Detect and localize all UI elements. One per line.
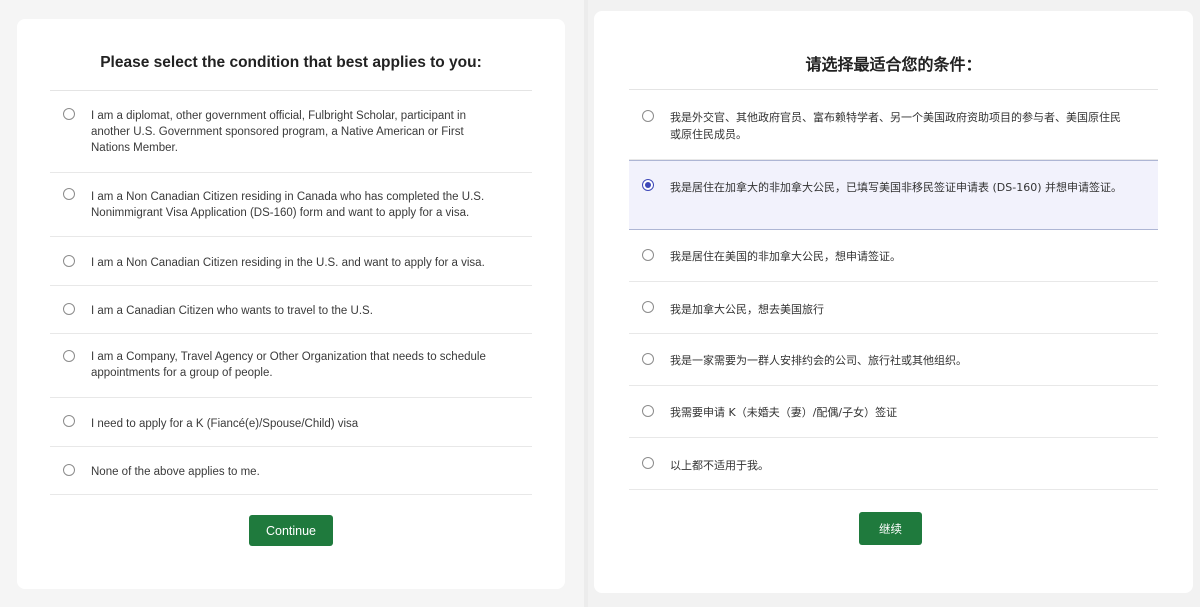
chinese-option-canadian-citizen[interactable]: 我是加拿大公民，想去美国旅行 [629, 282, 1158, 334]
radio-button-icon[interactable] [642, 301, 654, 313]
option-label: 我是居住在美国的非加拿大公民，想申请签证。 [670, 250, 901, 263]
option-label: 我需要申请 K（未婚夫（妻）/配偶/子女）签证 [670, 406, 898, 419]
english-form-title: Please select the condition that best ap… [50, 19, 532, 91]
english-option-none[interactable]: None of the above applies to me. [50, 447, 532, 495]
english-form-card: Please select the condition that best ap… [17, 19, 565, 589]
option-label: None of the above applies to me. [91, 466, 260, 478]
option-label: 我是外交官、其他政府官员、富布赖特学者、另一个美国政府资助项目的参与者、美国原住… [670, 111, 1121, 141]
radio-button-icon[interactable] [642, 353, 654, 365]
english-option-canadian-citizen[interactable]: I am a Canadian Citizen who wants to tra… [50, 286, 532, 334]
chinese-option-k-visa[interactable]: 我需要申请 K（未婚夫（妻）/配偶/子女）签证 [629, 386, 1158, 438]
chinese-option-diplomat[interactable]: 我是外交官、其他政府官员、富布赖特学者、另一个美国政府资助项目的参与者、美国原住… [629, 90, 1158, 160]
radio-button-icon[interactable] [63, 350, 75, 362]
radio-button-icon[interactable] [63, 108, 75, 120]
continue-button[interactable]: Continue [249, 515, 333, 546]
option-label: 以上都不适用于我。 [670, 459, 769, 472]
radio-button-icon[interactable] [642, 457, 654, 469]
radio-button-icon[interactable] [63, 415, 75, 427]
radio-button-icon[interactable] [642, 110, 654, 122]
option-label: I am a Company, Travel Agency or Other O… [91, 351, 486, 379]
option-label: I need to apply for a K (Fiancé(e)/Spous… [91, 418, 359, 430]
radio-button-selected-icon[interactable] [642, 179, 654, 191]
option-label: I am a Non Canadian Citizen residing in … [91, 257, 485, 269]
english-option-k-visa[interactable]: I need to apply for a K (Fiancé(e)/Spous… [50, 398, 532, 447]
chinese-option-organization[interactable]: 我是一家需要为一群人安排约会的公司、旅行社或其他组织。 [629, 334, 1158, 386]
english-option-non-canadian-in-us[interactable]: I am a Non Canadian Citizen residing in … [50, 237, 532, 286]
english-option-organization[interactable]: I am a Company, Travel Agency or Other O… [50, 334, 532, 398]
radio-button-icon[interactable] [63, 255, 75, 267]
option-label: I am a Non Canadian Citizen residing in … [91, 191, 485, 219]
chinese-option-non-canadian-in-canada[interactable]: 我是居住在加拿大的非加拿大公民，已填写美国非移民签证申请表 (DS-160) 并… [629, 160, 1158, 230]
option-label: I am a diplomat, other government offici… [91, 110, 467, 154]
english-option-non-canadian-in-canada[interactable]: I am a Non Canadian Citizen residing in … [50, 173, 532, 237]
chinese-panel: 请选择最适合您的条件： 我是外交官、其他政府官员、富布赖特学者、另一个美国政府资… [588, 0, 1200, 607]
option-label: 我是加拿大公民，想去美国旅行 [670, 303, 824, 316]
radio-button-icon[interactable] [642, 249, 654, 261]
english-options-list: I am a diplomat, other government offici… [50, 91, 532, 495]
radio-button-icon[interactable] [642, 405, 654, 417]
option-label: 我是居住在加拿大的非加拿大公民，已填写美国非移民签证申请表 (DS-160) 并… [670, 181, 1122, 194]
english-panel: Please select the condition that best ap… [0, 0, 584, 607]
option-label: I am a Canadian Citizen who wants to tra… [91, 305, 373, 317]
radio-button-icon[interactable] [63, 464, 75, 476]
option-label: 我是一家需要为一群人安排约会的公司、旅行社或其他组织。 [670, 354, 967, 367]
chinese-options-list: 我是外交官、其他政府官员、富布赖特学者、另一个美国政府资助项目的参与者、美国原住… [629, 90, 1158, 490]
chinese-option-non-canadian-in-us[interactable]: 我是居住在美国的非加拿大公民，想申请签证。 [629, 230, 1158, 282]
chinese-option-none[interactable]: 以上都不适用于我。 [629, 438, 1158, 490]
radio-button-icon[interactable] [63, 303, 75, 315]
chinese-form-card: 请选择最适合您的条件： 我是外交官、其他政府官员、富布赖特学者、另一个美国政府资… [594, 11, 1193, 593]
radio-button-icon[interactable] [63, 188, 75, 200]
continue-button[interactable]: 继续 [859, 512, 922, 545]
english-option-diplomat[interactable]: I am a diplomat, other government offici… [50, 91, 532, 173]
chinese-form-title: 请选择最适合您的条件： [629, 11, 1158, 90]
